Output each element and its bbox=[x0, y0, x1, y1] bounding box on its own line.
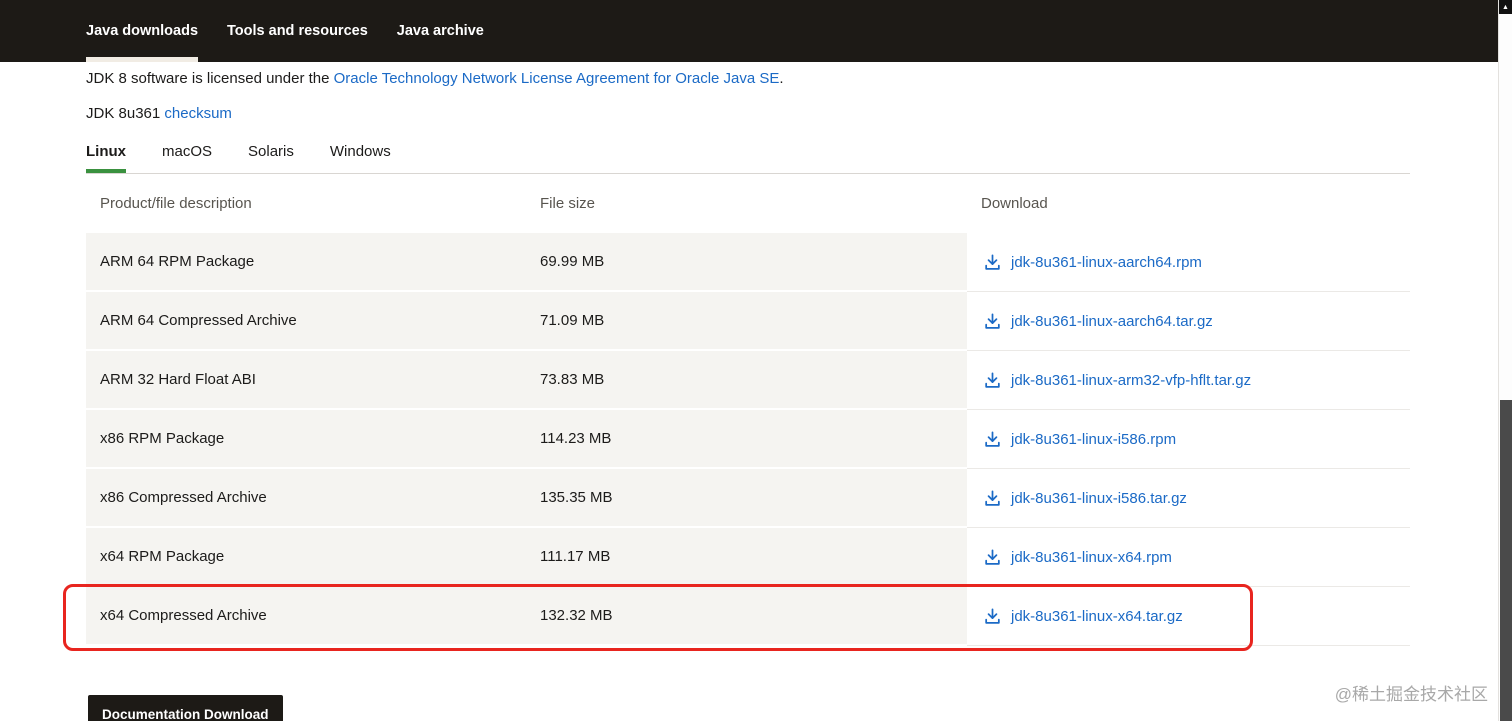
file-size-cell: 114.23 MB bbox=[526, 410, 967, 469]
checksum-prefix: JDK 8u361 bbox=[86, 105, 165, 122]
download-icon bbox=[983, 607, 1002, 626]
download-filename: jdk-8u361-linux-i586.tar.gz bbox=[1011, 489, 1187, 507]
nav-tab-label: Java archive bbox=[396, 23, 484, 39]
license-text: JDK 8 software is licensed under the Ora… bbox=[86, 68, 1410, 90]
nav-tab-label: Tools and resources bbox=[227, 23, 368, 39]
download-filename: jdk-8u361-linux-x64.rpm bbox=[1011, 548, 1172, 566]
os-tab-bar: Linux macOS Solaris Windows bbox=[86, 141, 1410, 174]
download-cell: jdk-8u361-linux-arm32-vfp-hflt.tar.gz bbox=[967, 351, 1410, 410]
download-filename: jdk-8u361-linux-aarch64.tar.gz bbox=[1011, 312, 1213, 330]
scroll-up-button[interactable]: ▲ bbox=[1499, 0, 1512, 14]
table-row: ARM 64 Compressed Archive 71.09 MB jdk-8… bbox=[86, 292, 1410, 351]
download-icon bbox=[983, 371, 1002, 390]
product-description-cell: x64 RPM Package bbox=[86, 528, 526, 587]
top-navigation: Java downloads Tools and resources Java … bbox=[0, 0, 1512, 62]
file-size-cell: 69.99 MB bbox=[526, 233, 967, 292]
product-description-cell: ARM 64 RPM Package bbox=[86, 233, 526, 292]
scrollbar-thumb[interactable] bbox=[1500, 400, 1512, 721]
download-filename: jdk-8u361-linux-x64.tar.gz bbox=[1011, 607, 1183, 625]
product-description-cell: ARM 64 Compressed Archive bbox=[86, 292, 526, 351]
column-header-download: Download bbox=[981, 195, 1048, 212]
download-cell: jdk-8u361-linux-x64.tar.gz bbox=[967, 587, 1410, 646]
downloads-table: Product/file description File size Downl… bbox=[86, 174, 1410, 646]
file-size-cell: 111.17 MB bbox=[526, 528, 967, 587]
scroll-up-arrow-icon: ▲ bbox=[1502, 3, 1509, 11]
download-link[interactable]: jdk-8u361-linux-arm32-vfp-hflt.tar.gz bbox=[983, 371, 1251, 390]
table-row: x64 RPM Package 111.17 MB jdk-8u361-linu… bbox=[86, 528, 1410, 587]
table-row: ARM 32 Hard Float ABI 73.83 MB jdk-8u361… bbox=[86, 351, 1410, 410]
checksum-text: JDK 8u361 checksum bbox=[86, 103, 1410, 125]
os-tab-macos[interactable]: macOS bbox=[162, 141, 212, 173]
download-filename: jdk-8u361-linux-arm32-vfp-hflt.tar.gz bbox=[1011, 371, 1252, 389]
license-agreement-link[interactable]: Oracle Technology Network License Agreem… bbox=[334, 70, 780, 87]
nav-tab-java-downloads[interactable]: Java downloads bbox=[86, 0, 199, 62]
os-tab-linux[interactable]: Linux bbox=[86, 141, 126, 173]
license-suffix: . bbox=[779, 70, 784, 87]
download-link[interactable]: jdk-8u361-linux-x64.rpm bbox=[983, 548, 1172, 567]
scrollbar[interactable]: ▲ bbox=[1498, 0, 1512, 721]
download-cell: jdk-8u361-linux-aarch64.tar.gz bbox=[967, 292, 1410, 351]
download-link[interactable]: jdk-8u361-linux-x64.tar.gz bbox=[983, 607, 1183, 626]
main-content: JDK 8 software is licensed under the Ora… bbox=[86, 68, 1410, 721]
download-icon bbox=[983, 430, 1002, 449]
download-link[interactable]: jdk-8u361-linux-aarch64.rpm bbox=[983, 253, 1202, 272]
file-size-cell: 135.35 MB bbox=[526, 469, 967, 528]
download-link[interactable]: jdk-8u361-linux-aarch64.tar.gz bbox=[983, 312, 1213, 331]
table-row-highlighted: x64 Compressed Archive 132.32 MB jdk-8u3… bbox=[86, 587, 1410, 646]
checksum-link[interactable]: checksum bbox=[164, 105, 232, 122]
download-icon bbox=[983, 253, 1002, 272]
product-description-cell: x86 Compressed Archive bbox=[86, 469, 526, 528]
file-size-cell: 71.09 MB bbox=[526, 292, 967, 351]
download-cell: jdk-8u361-linux-x64.rpm bbox=[967, 528, 1410, 587]
os-tab-windows[interactable]: Windows bbox=[330, 141, 391, 173]
download-icon bbox=[983, 489, 1002, 508]
table-row: x86 RPM Package 114.23 MB jdk-8u361-linu… bbox=[86, 410, 1410, 469]
documentation-download-button[interactable]: Documentation Download bbox=[88, 695, 283, 721]
download-cell: jdk-8u361-linux-i586.rpm bbox=[967, 410, 1410, 469]
table-header-row: Product/file description File size Downl… bbox=[86, 174, 1410, 233]
os-tab-solaris[interactable]: Solaris bbox=[248, 141, 294, 173]
download-icon bbox=[983, 548, 1002, 567]
download-link[interactable]: jdk-8u361-linux-i586.rpm bbox=[983, 430, 1176, 449]
license-prefix: JDK 8 software is licensed under the bbox=[86, 70, 334, 87]
product-description-cell: ARM 32 Hard Float ABI bbox=[86, 351, 526, 410]
watermark: @稀土掘金技术社区 bbox=[1334, 685, 1488, 704]
download-cell: jdk-8u361-linux-i586.tar.gz bbox=[967, 469, 1410, 528]
file-size-cell: 132.32 MB bbox=[526, 587, 967, 646]
nav-tab-label: Java downloads bbox=[86, 23, 199, 39]
product-description-cell: x64 Compressed Archive bbox=[86, 587, 526, 646]
nav-tab-java-archive[interactable]: Java archive bbox=[397, 0, 484, 62]
download-cell: jdk-8u361-linux-aarch64.rpm bbox=[967, 233, 1410, 292]
table-row: ARM 64 RPM Package 69.99 MB jdk-8u361-li… bbox=[86, 233, 1410, 292]
file-size-cell: 73.83 MB bbox=[526, 351, 967, 410]
download-filename: jdk-8u361-linux-i586.rpm bbox=[1011, 430, 1177, 448]
product-description-cell: x86 RPM Package bbox=[86, 410, 526, 469]
column-header-file-size: File size bbox=[540, 195, 596, 212]
nav-tab-tools-and-resources[interactable]: Tools and resources bbox=[227, 0, 368, 62]
table-row: x86 Compressed Archive 135.35 MB jdk-8u3… bbox=[86, 469, 1410, 528]
download-icon bbox=[983, 312, 1002, 331]
download-link[interactable]: jdk-8u361-linux-i586.tar.gz bbox=[983, 489, 1187, 508]
column-header-description: Product/file description bbox=[100, 195, 252, 212]
active-tab-indicator bbox=[86, 57, 199, 62]
download-filename: jdk-8u361-linux-aarch64.rpm bbox=[1011, 253, 1202, 271]
